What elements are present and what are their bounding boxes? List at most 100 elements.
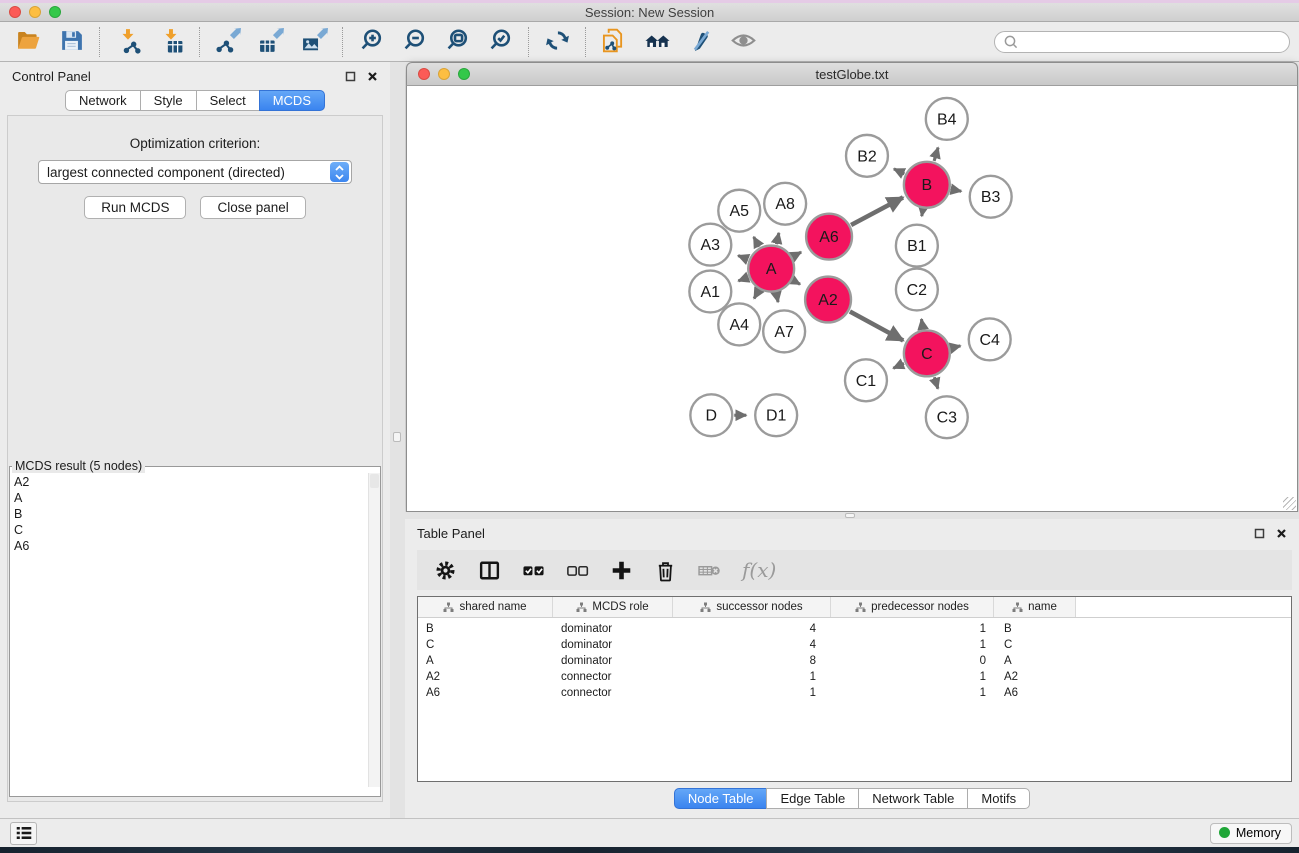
node-C1[interactable]: C1 [845,359,887,401]
cell-successor-nodes[interactable]: 4 [673,639,831,651]
delete-column-button[interactable] [654,559,677,582]
cell-mcds-role[interactable]: dominator [553,639,673,651]
zoom-out-button[interactable] [397,25,431,59]
tab-motifs[interactable]: Motifs [967,788,1030,809]
result-list-scrollbar[interactable] [368,473,380,787]
memory-button[interactable]: Memory [1210,823,1292,844]
save-session-button[interactable] [54,25,88,59]
toggle-vizmapper-button[interactable] [683,25,717,59]
node-A8[interactable]: A8 [764,183,806,225]
cell-predecessor-nodes[interactable]: 1 [831,623,994,635]
edge-A6-B[interactable] [851,197,903,225]
table-row[interactable]: Adominator80A [418,653,1291,669]
divider-grip[interactable] [845,513,855,518]
edge-C-C3[interactable] [934,377,938,388]
deselect-all-checkboxes-button[interactable] [566,559,589,582]
edge-B-B4[interactable] [934,148,938,161]
edge-A-A1[interactable] [738,277,747,281]
node-C3[interactable]: C3 [926,396,968,438]
cell-shared-name[interactable]: C [418,639,553,651]
edge-A-A2[interactable] [793,280,800,284]
tab-mcds[interactable]: MCDS [259,90,325,111]
split-table-panel-button[interactable] [478,559,501,582]
edge-B-B1[interactable] [922,209,923,216]
run-mcds-button[interactable]: Run MCDS [84,196,186,219]
zoom-in-button[interactable] [354,25,388,59]
cell-successor-nodes[interactable]: 1 [673,671,831,683]
edge-B-B2[interactable] [894,169,904,174]
import-table-file-button[interactable] [154,25,188,59]
edge-A-A5[interactable] [754,237,759,247]
tab-select[interactable]: Select [196,90,260,111]
column-header-shared-name[interactable]: shared name [418,597,553,617]
mcds-result-item[interactable]: A6 [10,538,368,554]
float-panel-icon[interactable] [1254,528,1265,539]
tab-edge-table[interactable]: Edge Table [766,788,859,809]
search-box[interactable] [994,31,1290,53]
import-network-file-button[interactable] [111,25,145,59]
cell-mcds-role[interactable]: connector [553,687,673,699]
close-panel-icon[interactable] [367,71,378,82]
cell-predecessor-nodes[interactable]: 1 [831,639,994,651]
close-panel-button[interactable]: Close panel [200,196,305,219]
attribute-settings-gear-button[interactable] [434,559,457,582]
column-header-predecessor-nodes[interactable]: predecessor nodes [831,597,994,617]
edge-A-A4[interactable] [754,290,759,298]
node-B4[interactable]: B4 [926,98,968,140]
node-A[interactable]: A [748,246,794,292]
cell-mcds-role[interactable]: dominator [553,655,673,667]
cell-successor-nodes[interactable]: 8 [673,655,831,667]
float-panel-icon[interactable] [345,71,356,82]
open-session-button[interactable] [11,25,45,59]
task-history-button[interactable] [10,822,37,845]
cell-shared-name[interactable]: B [418,623,553,635]
tab-network-table[interactable]: Network Table [858,788,968,809]
cell-shared-name[interactable]: A2 [418,671,553,683]
edge-C-C4[interactable] [951,346,960,348]
node-A5[interactable]: A5 [718,190,760,232]
divider-grip[interactable] [393,432,401,442]
node-C[interactable]: C [904,330,950,376]
node-A3[interactable]: A3 [689,224,731,266]
cell-name[interactable]: A2 [994,671,1076,683]
network-canvas[interactable]: B4B2BB3A8A5A6A3B1AC2A1A2A4A7C4CC1C3DD1 [406,86,1298,512]
cell-mcds-role[interactable]: connector [553,671,673,683]
cell-name[interactable]: B [994,623,1076,635]
zoom-window-button[interactable] [49,6,61,18]
mcds-result-item[interactable]: C [10,522,368,538]
table-row[interactable]: A6connector11A6 [418,685,1291,701]
cell-name[interactable]: A6 [994,687,1076,699]
show-graphics-details-button[interactable] [726,25,760,59]
tab-node-table[interactable]: Node Table [674,788,768,809]
column-header-mcds-role[interactable]: MCDS role [553,597,673,617]
cell-predecessor-nodes[interactable]: 1 [831,687,994,699]
node-D[interactable]: D [690,394,732,436]
zoom-fit-button[interactable] [440,25,474,59]
close-panel-icon[interactable] [1276,528,1287,539]
cell-successor-nodes[interactable]: 1 [673,687,831,699]
edge-A-A6[interactable] [793,252,801,256]
node-B2[interactable]: B2 [846,135,888,177]
export-image-button[interactable] [297,25,331,59]
vertical-split-divider[interactable] [390,62,405,818]
edge-C-C1[interactable] [893,363,904,368]
column-header-successor-nodes[interactable]: successor nodes [673,597,831,617]
export-table-button[interactable] [254,25,288,59]
node-A4[interactable]: A4 [718,303,760,345]
node-A6[interactable]: A6 [806,214,852,260]
close-window-button[interactable] [9,6,21,18]
mcds-result-item[interactable]: A [10,490,368,506]
cell-successor-nodes[interactable]: 4 [673,623,831,635]
edge-A-A8[interactable] [776,233,778,244]
clone-network-button[interactable] [597,25,631,59]
horizontal-split-divider[interactable] [405,512,1299,519]
table-row[interactable]: Bdominator41B [418,621,1291,637]
tab-network[interactable]: Network [65,90,141,111]
minimize-window-button[interactable] [29,6,41,18]
node-B1[interactable]: B1 [896,225,938,267]
network-close-button[interactable] [418,68,430,80]
edge-A-A3[interactable] [738,256,748,260]
zoom-selected-button[interactable] [483,25,517,59]
node-C2[interactable]: C2 [896,269,938,311]
cell-name[interactable]: C [994,639,1076,651]
